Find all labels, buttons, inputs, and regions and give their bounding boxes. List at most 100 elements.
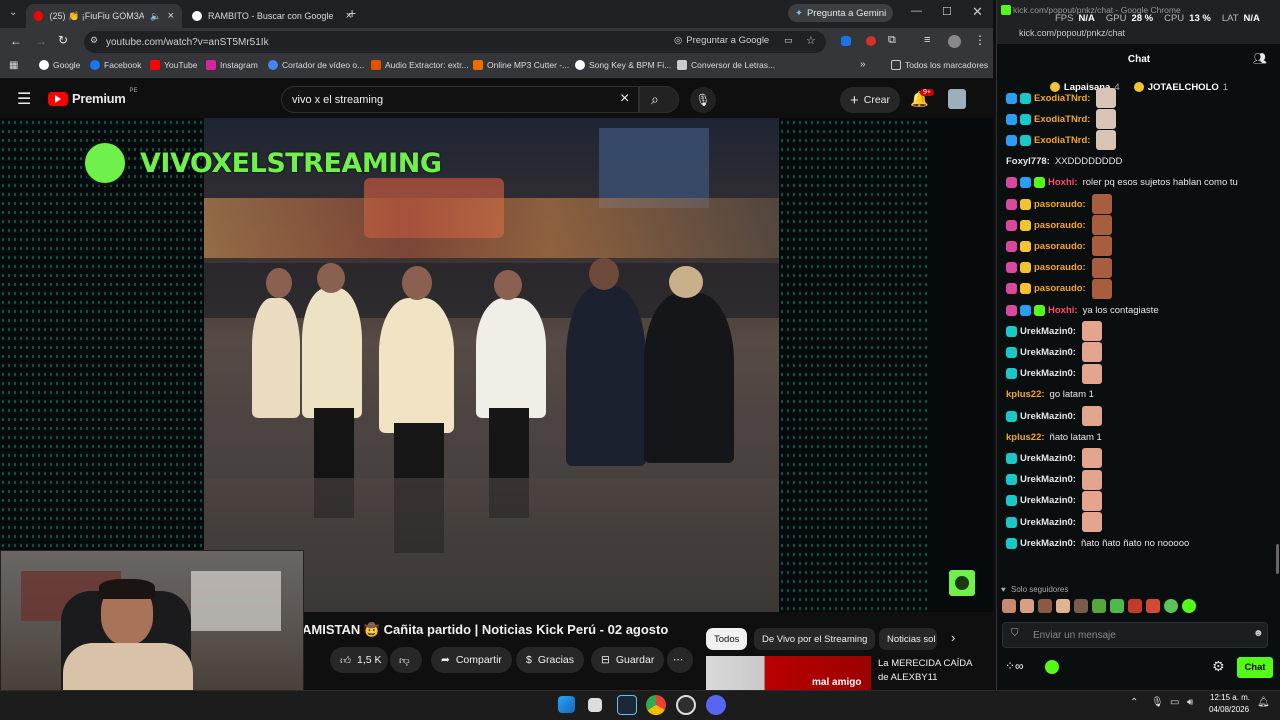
new-tab-icon[interactable]: + (348, 5, 356, 21)
emote-icon[interactable] (1164, 599, 1178, 613)
bookmark-mp3-cutter[interactable]: Online MP3 Cutter -... (473, 60, 569, 70)
chat-scrollbar[interactable] (1276, 544, 1279, 574)
chat-username[interactable]: UrekMazin0: (1020, 347, 1076, 358)
taskbar-date[interactable]: 04/08/2026 (1209, 705, 1249, 714)
chat-message[interactable]: UrekMazin0: (1006, 448, 1102, 469)
chat-settings-gear-icon[interactable]: ⚙ (1212, 658, 1225, 675)
chat-message[interactable]: pasoraudo: (1006, 257, 1112, 278)
notification-center-icon[interactable]: 🔔︎ (1257, 697, 1270, 708)
voice-search-icon[interactable]: 🎙 (690, 87, 716, 113)
chat-message[interactable]: kplus22: go latam 1 (1006, 385, 1094, 405)
emoji-picker-icon[interactable]: ☻ (1253, 628, 1264, 639)
emote-icon[interactable] (1128, 599, 1142, 613)
chat-username[interactable]: UrekMazin0: (1020, 411, 1076, 422)
tab-search-icon[interactable]: ⌄ (9, 7, 17, 18)
emote-icon[interactable] (1056, 599, 1070, 613)
emote-icon[interactable] (1038, 599, 1052, 613)
chat-username[interactable]: Foxyl778: (1006, 156, 1050, 167)
recommended-title[interactable]: La MERECIDA CAÍDA de ALEXBY11 (878, 657, 978, 685)
bookmark-star-icon[interactable]: ☆ (806, 34, 816, 47)
chat-message[interactable]: Hoxhi: roler pq esos sujetos hablan como … (1006, 173, 1238, 193)
steam-icon[interactable] (617, 695, 637, 715)
save-button[interactable]: ⊟ Guardar (591, 647, 665, 673)
kick-loop-icon[interactable]: ⁘∞ (1005, 659, 1024, 673)
network-icon[interactable]: ▭ (1170, 697, 1179, 708)
chat-username[interactable]: ExodiaTNrd: (1034, 114, 1090, 125)
chat-username[interactable]: kplus22: (1006, 432, 1045, 443)
chip-de-vivo[interactable]: De Vivo por el Streaming (754, 628, 876, 650)
chat-username[interactable]: UrekMazin0: (1020, 474, 1076, 485)
taskbar-time[interactable]: 12:15 a. m. (1210, 693, 1250, 702)
emote-icon[interactable] (1092, 599, 1106, 613)
forward-icon[interactable]: → (35, 34, 47, 48)
bookmark-youtube[interactable]: YouTube (150, 60, 197, 70)
chat-message[interactable]: UrekMazin0: (1006, 342, 1102, 363)
chat-message[interactable]: pasoraudo: (1006, 215, 1112, 236)
chat-username[interactable]: pasoraudo: (1034, 283, 1086, 294)
dislike-button[interactable]: 👎︎ (390, 647, 422, 673)
bookmark-conversor[interactable]: Conversor de Letras... (677, 60, 775, 70)
minimize-icon[interactable]: — (911, 5, 922, 17)
chat-username[interactable]: pasoraudo: (1034, 220, 1086, 231)
chat-users-icon[interactable]: 👥︎ (1253, 52, 1267, 65)
bookmarks-overflow-icon[interactable]: » (860, 59, 866, 70)
chat-username[interactable]: UrekMazin0: (1020, 538, 1076, 549)
emote-icon[interactable] (1074, 599, 1088, 613)
youtube-logo[interactable]: Premium PE (48, 88, 138, 106)
apps-grid-icon[interactable]: ▦ (9, 60, 18, 71)
chat-message[interactable]: UrekMazin0: (1006, 363, 1102, 384)
emote-icon[interactable] (1182, 599, 1196, 613)
url-field[interactable]: ⚙ youtube.com/watch?v=anST5Mr51Ik ◎ Preg… (84, 31, 826, 53)
mute-icon[interactable]: 🔈 (150, 11, 161, 22)
bookmark-video-cutter[interactable]: Cortador de vídeo o... (268, 60, 364, 70)
gifter-item[interactable]: JOTAELCHOLO 1 (1133, 82, 1228, 93)
chip-next-chevron-icon[interactable]: › (951, 630, 955, 645)
hamburger-menu-icon[interactable]: ☰ (17, 89, 31, 109)
chat-username[interactable]: UrekMazin0: (1020, 517, 1076, 528)
bookmark-google[interactable]: Google (39, 60, 80, 70)
mic-tray-icon[interactable]: 🎙︎ (1151, 697, 1164, 708)
thanks-button[interactable]: $ Gracias (516, 647, 585, 673)
windows-start-icon[interactable] (558, 696, 575, 713)
search-button[interactable]: ⌕ (639, 86, 679, 113)
chat-message[interactable]: pasoraudo: (1006, 236, 1112, 257)
obs-icon[interactable] (676, 695, 696, 715)
tray-chevron-icon[interactable]: ⌃ (1130, 697, 1138, 708)
back-icon[interactable]: ← (10, 34, 22, 48)
chat-message[interactable]: UrekMazin0: (1006, 512, 1102, 532)
extension-icon-2[interactable] (866, 36, 876, 46)
chat-username[interactable]: pasoraudo: (1034, 262, 1086, 273)
chat-message[interactable]: ExodiaTNrd: (1006, 130, 1117, 151)
tab-google[interactable]: RAMBITO - Buscar con Google × (184, 4, 360, 28)
reload-icon[interactable]: ↻ (58, 33, 68, 47)
chat-input[interactable]: ⛉ Enviar un mensaje ☻ (1002, 622, 1268, 648)
task-view-icon[interactable] (588, 698, 602, 712)
chat-message[interactable]: UrekMazin0: ñato ñato ñato no nooooo (1006, 533, 1189, 553)
chat-message[interactable]: UrekMazin0: (1006, 321, 1102, 342)
chat-message[interactable]: UrekMazin0: (1006, 490, 1102, 511)
chip-all[interactable]: Todos (706, 628, 748, 650)
like-button[interactable]: 👍︎ 1,5 K (330, 647, 388, 673)
cast-icon[interactable]: ▭ (784, 35, 793, 46)
bookmark-song-key[interactable]: Song Key & BPM Fi... (575, 60, 671, 70)
more-actions-button[interactable]: ⋯ (667, 647, 693, 673)
discord-icon[interactable] (706, 695, 726, 715)
chat-username[interactable]: UrekMazin0: (1020, 453, 1076, 464)
chat-message[interactable]: Hoxhi: ya los contagiaste (1006, 300, 1159, 320)
gemini-button[interactable]: ✦ Pregunta a Gemini (788, 4, 894, 22)
search-input[interactable]: vivo x el streaming × (281, 86, 639, 113)
emote-icon[interactable] (1110, 599, 1124, 613)
create-button[interactable]: + Crear (840, 87, 901, 113)
tab-youtube[interactable]: (25) 👏 ¡FiuFiu GOM3ARÁ 🔈 × (26, 4, 182, 28)
chat-username[interactable]: UrekMazin0: (1020, 326, 1076, 337)
recommended-thumbnail[interactable]: mal amigo (706, 656, 871, 690)
clear-search-icon[interactable]: × (620, 90, 629, 108)
chat-message[interactable]: pasoraudo: (1006, 194, 1112, 214)
extensions-puzzle-icon[interactable]: ⧉ (888, 34, 896, 47)
menu-kebab-icon[interactable]: ⋮ (974, 33, 986, 47)
chat-message[interactable]: pasoraudo: (1006, 278, 1112, 299)
media-controls-icon[interactable]: ≡ (924, 34, 930, 46)
chat-username[interactable]: Hoxhi: (1048, 305, 1078, 316)
profile-avatar[interactable] (948, 35, 961, 48)
volume-icon[interactable]: 🔊︎ (1187, 697, 1193, 708)
